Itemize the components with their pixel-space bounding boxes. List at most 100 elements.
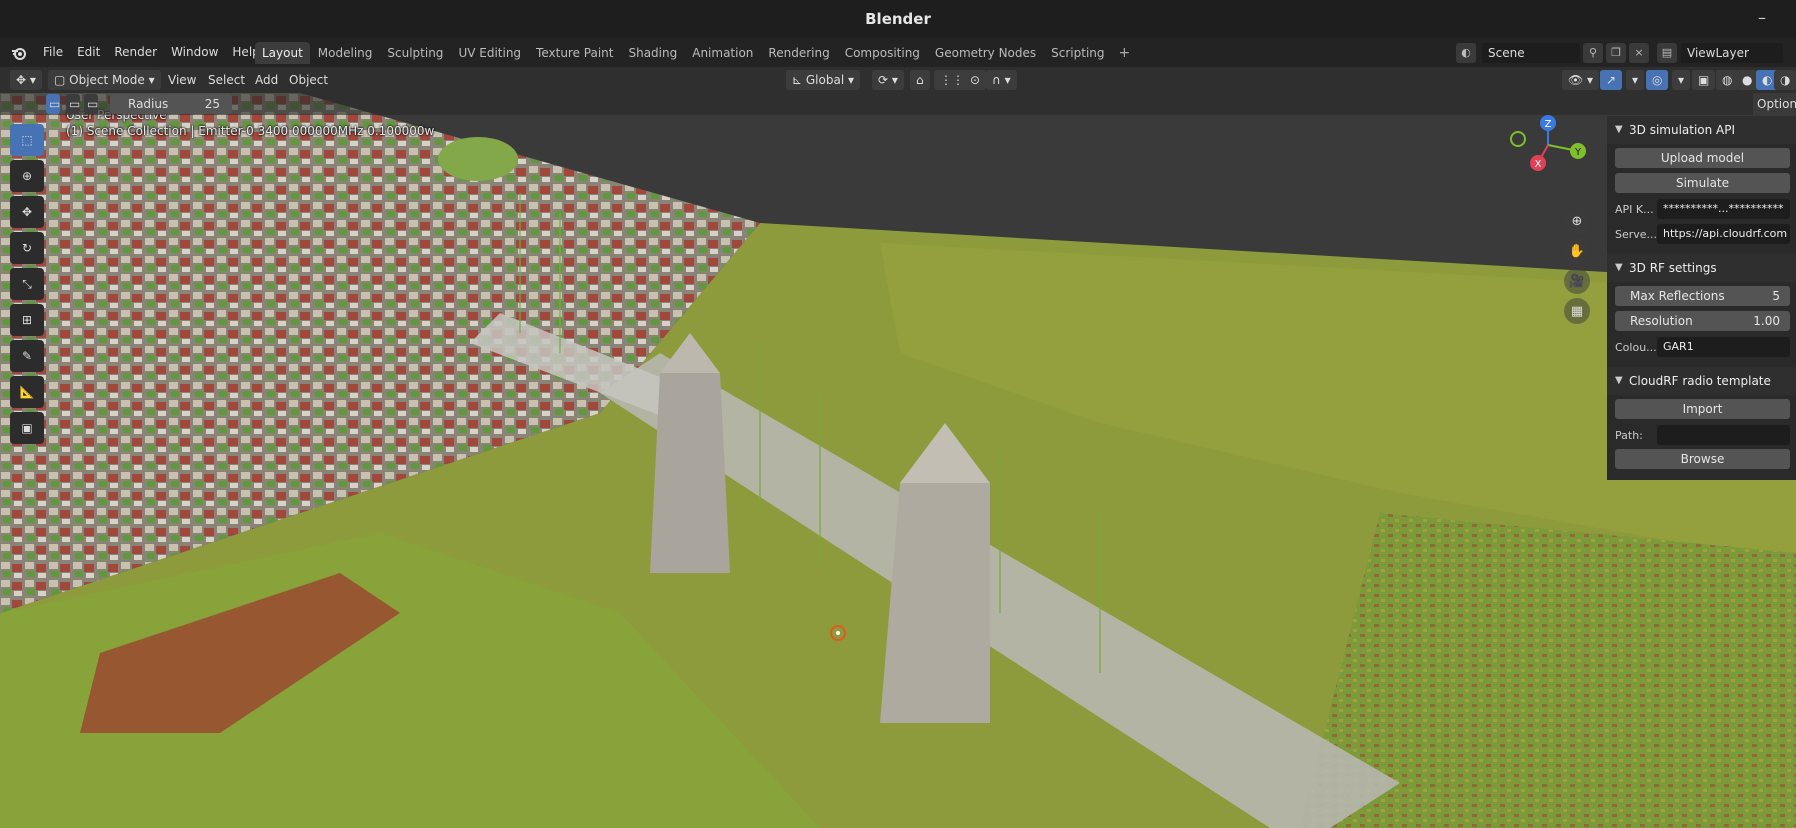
path-field[interactable] xyxy=(1657,425,1790,445)
view-layer-icon[interactable]: ▤ xyxy=(1657,43,1677,63)
select-menu[interactable]: Select xyxy=(208,70,245,90)
panel-rf-header[interactable]: ▼ 3D RF settings xyxy=(1607,254,1796,282)
view-layer-field[interactable]: ViewLayer xyxy=(1681,43,1783,63)
select-mode-new-icon[interactable]: ▭ xyxy=(46,94,60,114)
move-tool-icon[interactable]: ✥ xyxy=(10,196,44,228)
panel-api-title: 3D simulation API xyxy=(1629,123,1736,137)
chevron-down-icon: ▼ xyxy=(1615,375,1623,386)
select-tool-icon[interactable]: ⬚ xyxy=(10,124,44,156)
max-reflections-field[interactable]: Max Reflections 5 xyxy=(1615,286,1790,306)
perspective-grid-icon[interactable]: ▦ xyxy=(1564,298,1590,324)
orientation-label: Global xyxy=(805,73,845,87)
resolution-label: Resolution xyxy=(1630,314,1693,328)
pin-icon[interactable]: ⚲ xyxy=(1583,43,1603,63)
xray-icon[interactable]: ▣ xyxy=(1692,70,1716,90)
panel-rf-title: 3D RF settings xyxy=(1629,261,1717,275)
gizmo-dropdown-icon[interactable]: ▾ xyxy=(1626,70,1645,90)
pan-hand-icon[interactable]: ✋ xyxy=(1564,238,1590,264)
pivot-point-icon[interactable]: ⟳ ▾ xyxy=(872,70,904,90)
colour-field[interactable]: GAR1 xyxy=(1657,337,1790,357)
path-label: Path: xyxy=(1615,428,1643,442)
add-cube-tool-icon[interactable]: ▣ xyxy=(10,412,44,444)
object-mode-label: Object Mode xyxy=(69,73,145,87)
options-button[interactable]: Options xyxy=(1753,93,1796,115)
overlay-dropdown-icon[interactable]: ▾ xyxy=(1672,70,1691,90)
object-mode-dropdown[interactable]: ▢ Object Mode ▾ xyxy=(48,70,161,90)
server-label: Serve... xyxy=(1615,227,1657,241)
api-key-label: API K... xyxy=(1615,202,1654,216)
add-menu[interactable]: Add xyxy=(255,70,278,90)
panel-api-body: Upload model Simulate API K... *********… xyxy=(1607,144,1796,254)
colour-label: Colou... xyxy=(1615,340,1657,354)
radius-field[interactable]: Radius 25 xyxy=(110,94,232,114)
annotate-tool-icon[interactable]: ✎ xyxy=(10,340,44,372)
workspace-tabs: Layout Modeling Sculpting UV Editing Tex… xyxy=(255,42,1136,64)
transform-orientation-dropdown[interactable]: ⊾ Global ▾ xyxy=(786,70,860,90)
top-menubar: File Edit Render Window Help Layout Mode… xyxy=(0,38,1796,67)
tab-geometry-nodes[interactable]: Geometry Nodes xyxy=(928,42,1043,64)
rotate-tool-icon[interactable]: ↻ xyxy=(10,232,44,264)
new-scene-icon[interactable]: ❐ xyxy=(1606,43,1626,63)
chevron-down-icon: ▼ xyxy=(1615,124,1623,135)
upload-model-button[interactable]: Upload model xyxy=(1615,148,1790,168)
minimize-icon[interactable]: – xyxy=(1758,8,1766,27)
tab-compositing[interactable]: Compositing xyxy=(838,42,927,64)
camera-view-icon[interactable]: 🎥 xyxy=(1564,268,1590,294)
add-workspace-icon[interactable]: + xyxy=(1113,42,1137,64)
scale-tool-icon[interactable]: ⤡ xyxy=(10,268,44,300)
window-titlebar: Blender – xyxy=(0,0,1796,39)
remove-scene-icon[interactable]: × xyxy=(1629,43,1649,63)
object-menu[interactable]: Object xyxy=(289,70,328,90)
transform-tool-icon[interactable]: ⊞ xyxy=(10,304,44,336)
import-button[interactable]: Import xyxy=(1615,399,1790,419)
tab-shading[interactable]: Shading xyxy=(621,42,684,64)
panel-api-header[interactable]: ▼ 3D simulation API xyxy=(1607,116,1796,144)
menu-render[interactable]: Render xyxy=(107,38,164,67)
tab-modeling[interactable]: Modeling xyxy=(311,42,380,64)
editor-type-dropdown[interactable]: ✥ ▾ xyxy=(10,70,42,90)
select-mode-subtract-icon[interactable]: ▭ xyxy=(84,94,98,114)
select-mode-extend-icon[interactable]: ▭ xyxy=(66,94,80,114)
zoom-icon[interactable]: ⊕ xyxy=(1564,208,1590,234)
server-field[interactable]: https://api.cloudrf.com xyxy=(1657,224,1790,244)
tab-layout[interactable]: Layout xyxy=(255,42,310,64)
measure-tool-icon[interactable]: 📐 xyxy=(10,376,44,408)
cursor-tool-icon[interactable]: ⊕ xyxy=(10,160,44,192)
colour-row: Colou... GAR1 xyxy=(1615,336,1790,358)
resolution-field[interactable]: Resolution 1.00 xyxy=(1615,311,1790,331)
panel-rf-body: Max Reflections 5 Resolution 1.00 Colou...… xyxy=(1607,282,1796,367)
viewport-header: ✥ ▾ ▢ Object Mode ▾ View Select Add Obje… xyxy=(0,67,1796,93)
sidebar-n-panel: ▼ 3D simulation API Upload model Simulate… xyxy=(1607,116,1796,483)
tab-uv-editing[interactable]: UV Editing xyxy=(451,42,528,64)
radius-label: Radius xyxy=(128,97,169,111)
blender-logo-icon[interactable] xyxy=(11,45,27,61)
gizmo-toggle-icon[interactable]: ↗ xyxy=(1600,70,1623,90)
collection-info-label: (1) Scene Collection | Emitter-0 3400.00… xyxy=(66,124,435,138)
menu-file[interactable]: File xyxy=(36,38,70,67)
scene-type-icon[interactable]: ◐ xyxy=(1456,43,1476,63)
rendered-shading-icon[interactable]: ◑ xyxy=(1774,70,1796,90)
visibility-icon[interactable]: 👁 ▾ xyxy=(1562,70,1600,90)
api-key-field[interactable]: **********...********** xyxy=(1657,199,1790,219)
panel-template-title: CloudRF radio template xyxy=(1629,374,1771,388)
snap-icon[interactable]: ⌂ xyxy=(910,70,930,90)
server-row: Serve... https://api.cloudrf.com xyxy=(1615,223,1790,245)
viewport-navigation: ⊕ ✋ 🎥 ▦ xyxy=(1500,132,1590,332)
tab-scripting[interactable]: Scripting xyxy=(1044,42,1111,64)
browse-button[interactable]: Browse xyxy=(1615,449,1790,469)
proportional-edit-icon[interactable]: ⊙ xyxy=(964,70,987,90)
tab-rendering[interactable]: Rendering xyxy=(761,42,836,64)
simulate-button[interactable]: Simulate xyxy=(1615,173,1790,193)
view-menu[interactable]: View xyxy=(168,70,196,90)
panel-template-header[interactable]: ▼ CloudRF radio template xyxy=(1607,367,1796,395)
gizmo-z-label: Z xyxy=(1545,119,1552,130)
menu-window[interactable]: Window xyxy=(164,38,225,67)
radius-value: 25 xyxy=(204,97,220,111)
tab-texture-paint[interactable]: Texture Paint xyxy=(529,42,620,64)
scene-name-field[interactable]: Scene xyxy=(1482,43,1580,63)
tab-sculpting[interactable]: Sculpting xyxy=(380,42,450,64)
overlay-toggle-icon[interactable]: ◎ xyxy=(1646,70,1669,90)
tab-animation[interactable]: Animation xyxy=(685,42,760,64)
falloff-icon[interactable]: ∩ ▾ xyxy=(986,70,1017,90)
menu-edit[interactable]: Edit xyxy=(70,38,107,67)
